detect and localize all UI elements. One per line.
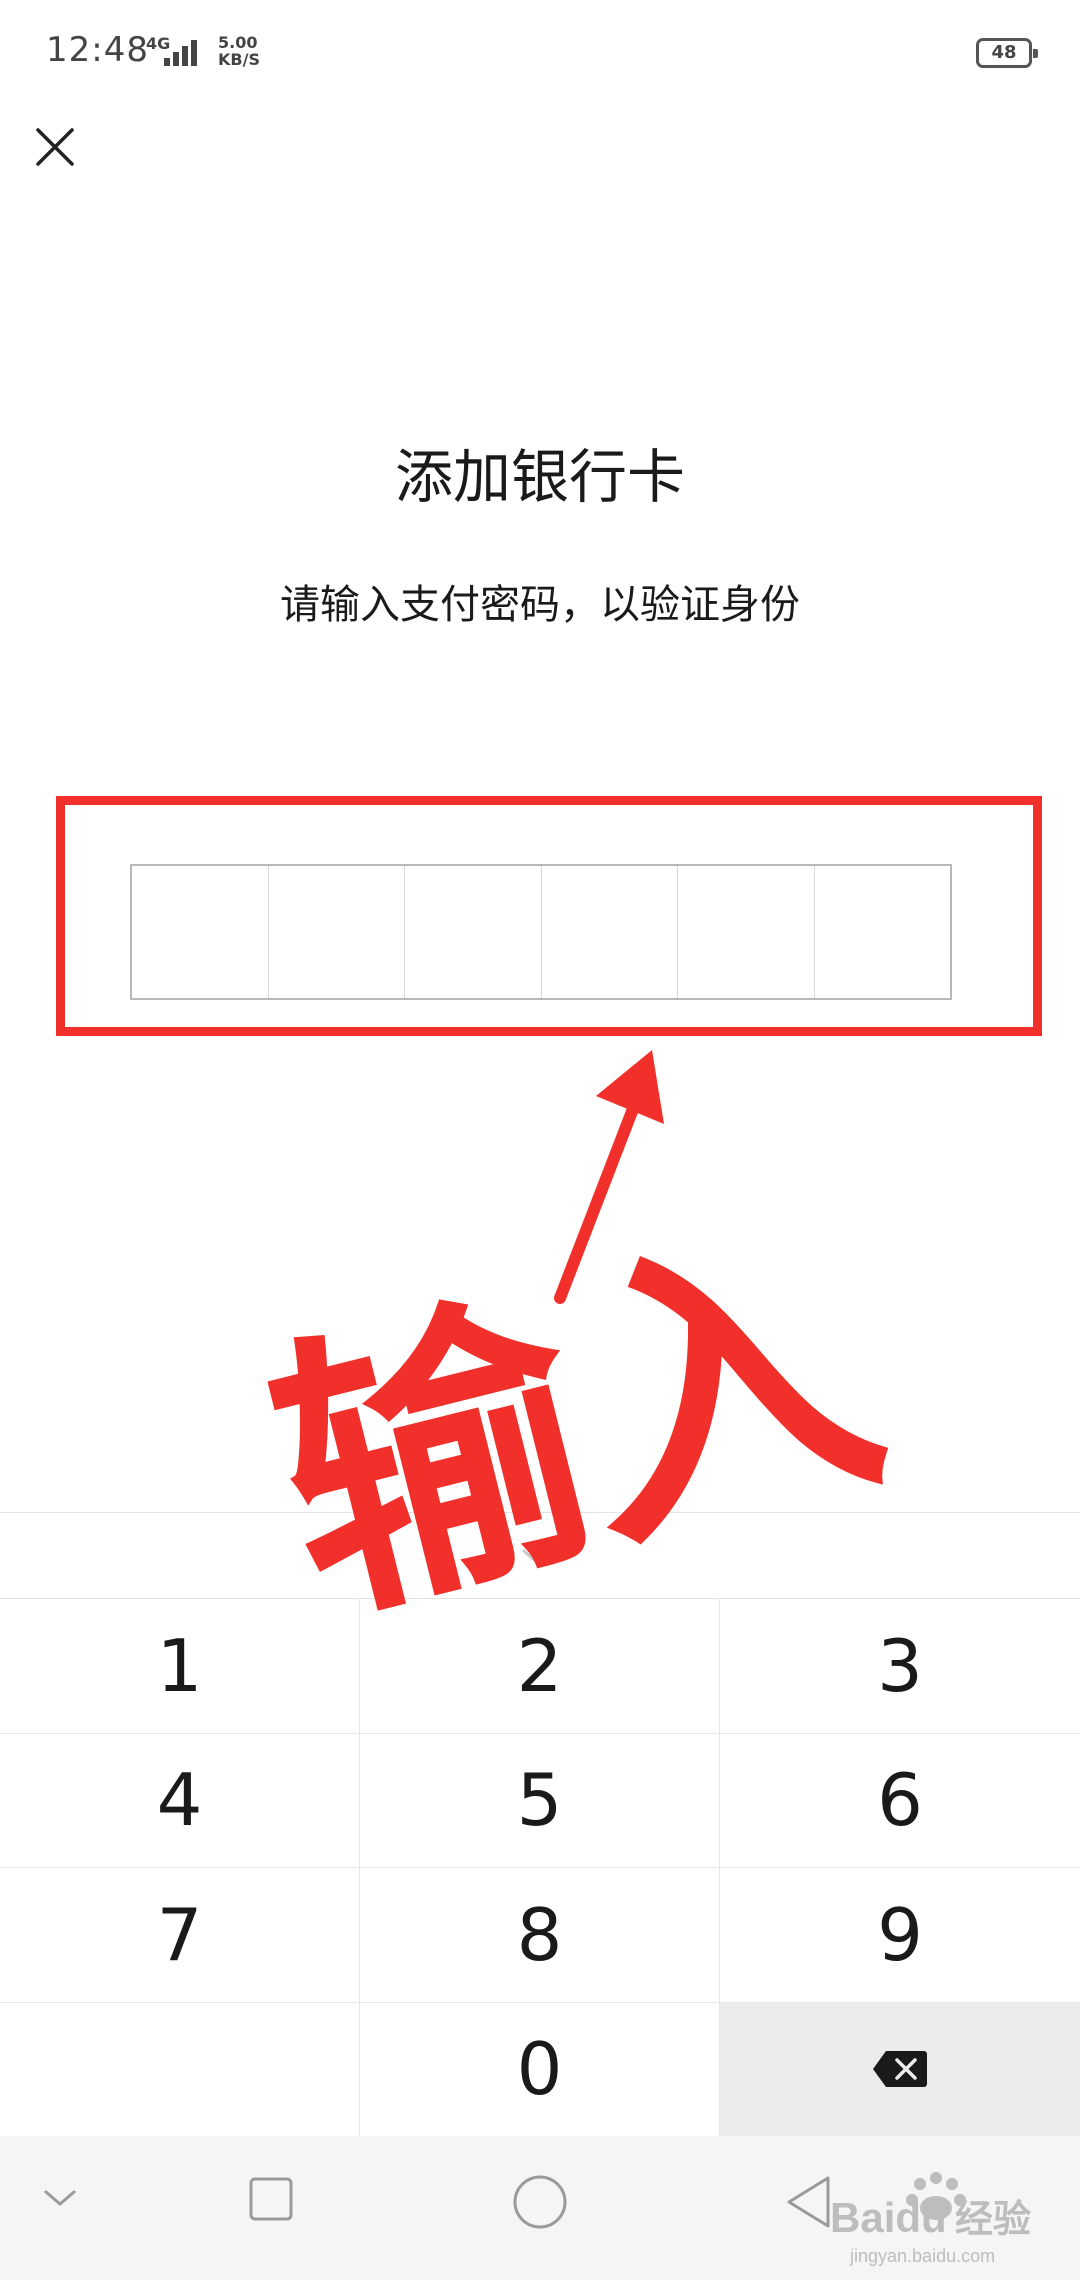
- baidu-jingyan-watermark: Baidu 经验 jingyan.baidu.com: [830, 2172, 1031, 2266]
- annotation-arrow-shaft: [554, 1064, 654, 1304]
- key-blank: [0, 2002, 360, 2137]
- key-9[interactable]: 9: [720, 1868, 1080, 2003]
- backspace-icon: [873, 2051, 927, 2088]
- key-8[interactable]: 8: [360, 1868, 720, 2003]
- network-speed: 5.00 KB/S: [218, 34, 260, 68]
- watermark-brand: Baidu: [830, 2194, 947, 2241]
- key-6[interactable]: 6: [720, 1733, 1080, 1868]
- key-2[interactable]: 2: [360, 1599, 720, 1734]
- status-time: 12:48: [46, 30, 149, 70]
- password-digit-cell[interactable]: [269, 866, 405, 998]
- status-bar: 12:48 4G 5.00 KB/S 48: [0, 0, 1080, 110]
- battery-icon: 48: [976, 38, 1038, 68]
- password-digit-cell[interactable]: [678, 866, 815, 998]
- numeric-keypad: 1 2 3 4 5 6 7 8 9 0: [0, 1598, 1080, 2137]
- keyboard-header: [0, 1512, 1080, 1598]
- page-subtitle: 请输入支付密码，以验证身份: [280, 582, 800, 628]
- chevron-down-icon[interactable]: [516, 1537, 564, 1577]
- password-input[interactable]: [130, 864, 952, 1000]
- key-0[interactable]: 0: [360, 2002, 720, 2137]
- password-digit-cell[interactable]: [405, 866, 542, 998]
- close-icon: [36, 128, 74, 166]
- system-navigation-bar: Baidu 经验 jingyan.baidu.com: [0, 2136, 1080, 2280]
- key-3[interactable]: 3: [720, 1599, 1080, 1734]
- watermark-url: jingyan.baidu.com: [849, 2246, 995, 2266]
- key-1[interactable]: 1: [0, 1599, 360, 1734]
- close-button[interactable]: [28, 118, 84, 174]
- home-icon[interactable]: [512, 2174, 568, 2230]
- key-4[interactable]: 4: [0, 1733, 360, 1868]
- battery-level: 48: [991, 42, 1017, 63]
- hide-keyboard-icon[interactable]: [40, 2178, 80, 2218]
- page-title: 添加银行卡: [394, 443, 685, 511]
- password-digit-cell[interactable]: [815, 866, 951, 998]
- password-digit-cell[interactable]: [132, 866, 269, 998]
- screen: 12:48 4G 5.00 KB/S 48 添加银行卡 请输入支付密码，以验证身…: [0, 0, 1080, 2280]
- password-digit-cell[interactable]: [542, 866, 678, 998]
- network-speed-unit: KB/S: [218, 50, 260, 69]
- key-7[interactable]: 7: [0, 1868, 360, 2003]
- delete-button[interactable]: [720, 2002, 1080, 2137]
- signal-icon: [164, 40, 208, 66]
- annotation-arrowhead: [596, 1050, 664, 1124]
- recent-apps-icon[interactable]: [248, 2176, 294, 2222]
- key-5[interactable]: 5: [360, 1733, 720, 1868]
- watermark-brand-cn: 经验: [955, 2197, 1031, 2241]
- network-speed-value: 5.00: [218, 33, 258, 52]
